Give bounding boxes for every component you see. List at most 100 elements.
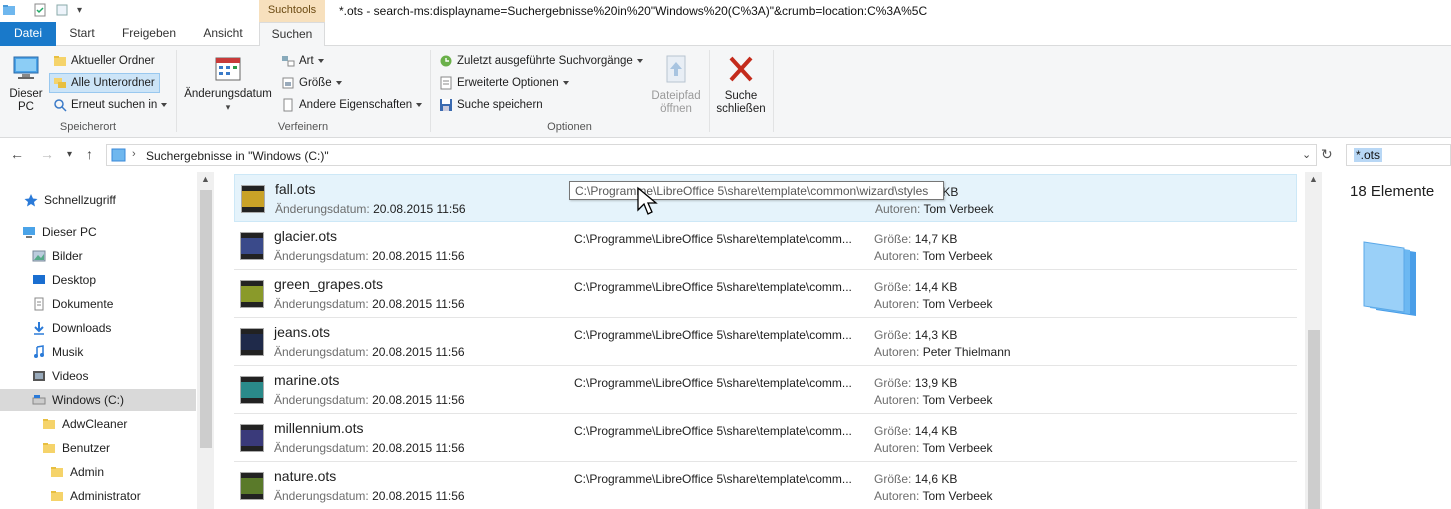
- ribbon: Dieser PC Aktueller Ordner Alle Unterord…: [0, 46, 1451, 138]
- file-row[interactable]: green_grapes.ots Änderungsdatum: 20.08.20…: [234, 270, 1297, 318]
- suche-speichern-button[interactable]: Suche speichern: [439, 96, 543, 114]
- properties-icon[interactable]: [33, 3, 47, 17]
- file-author: Autoren: Tom Verbeek: [874, 297, 993, 311]
- size-value: 14,4 KB: [914, 424, 958, 438]
- breadcrumb[interactable]: Suchergebnisse in "Windows (C:)": [146, 149, 329, 163]
- ribbon-tabs: Datei Start Freigeben Ansicht Suchen: [0, 22, 1451, 47]
- nav-item-windows-c[interactable]: Windows (C:): [0, 389, 196, 411]
- dieser-pc-button[interactable]: Dieser PC: [6, 54, 46, 114]
- nav-item-bilder[interactable]: Bilder: [0, 245, 196, 267]
- tab-suchen[interactable]: Suchen: [259, 22, 325, 47]
- recent-locations-icon[interactable]: ▾: [67, 149, 72, 160]
- search-results-large-icon: [1363, 241, 1416, 316]
- tab-start[interactable]: Start: [56, 22, 108, 46]
- nav-item-downloads[interactable]: Downloads: [0, 317, 196, 339]
- breadcrumb-chevron-icon[interactable]: ›: [132, 148, 136, 160]
- nav-item-adwcleaner[interactable]: AdwCleaner: [0, 413, 196, 435]
- file-date: Änderungsdatum: 20.08.2015 11:56: [275, 202, 466, 216]
- downloads-icon: [34, 322, 44, 335]
- alle-unterordner-button[interactable]: Alle Unterordner: [49, 73, 160, 93]
- file-date: Änderungsdatum: 20.08.2015 11:56: [274, 441, 465, 455]
- file-row[interactable]: marine.ots Änderungsdatum: 20.08.2015 11:…: [234, 366, 1297, 414]
- nav-item-label: Dieser PC: [42, 225, 97, 239]
- tab-freigeben[interactable]: Freigeben: [110, 22, 188, 46]
- file-name: marine.ots: [274, 372, 340, 388]
- suche-schliessen-button[interactable]: Suche schließen: [714, 54, 768, 116]
- size-value: 14,4 KB: [914, 280, 958, 294]
- nav-item-benutzer[interactable]: Benutzer: [0, 437, 196, 459]
- author-value: Peter Thielmann: [922, 345, 1011, 359]
- search-input[interactable]: *.ots: [1346, 144, 1451, 166]
- erneut-suchen-button[interactable]: Erneut suchen in: [51, 96, 169, 114]
- size-label: Größe:: [874, 472, 912, 486]
- refresh-icon[interactable]: ↻: [1321, 146, 1333, 163]
- nav-item-desktop[interactable]: Desktop: [0, 269, 196, 291]
- aktueller-ordner-button[interactable]: Aktueller Ordner: [51, 52, 157, 70]
- videos-icon: [33, 371, 45, 381]
- file-thumbnail-icon: [240, 472, 264, 500]
- address-bar[interactable]: › Suchergebnisse in "Windows (C:)" ⌄: [106, 144, 1317, 166]
- size-value: 14,7 KB: [914, 232, 958, 246]
- art-button[interactable]: Art: [281, 52, 324, 70]
- author-value: Tom Verbeek: [922, 489, 993, 503]
- back-arrow-icon[interactable]: ←: [10, 146, 24, 162]
- author-value: Tom Verbeek: [923, 202, 994, 216]
- nav-item-admin[interactable]: Admin: [0, 461, 196, 483]
- zuletzt-ausgefuehrte-button[interactable]: Zuletzt ausgeführte Suchvorgänge: [439, 52, 643, 70]
- dateipfad-oeffnen-button[interactable]: Dateipfad öffnen: [647, 54, 705, 116]
- nav-item-label: Dokumente: [52, 297, 114, 311]
- nav-item-musik[interactable]: Musik: [0, 341, 196, 363]
- file-thumbnail-icon: [240, 328, 264, 356]
- andere-eigenschaften-button[interactable]: Andere Eigenschaften: [281, 96, 423, 114]
- up-arrow-icon[interactable]: ↑: [86, 146, 93, 162]
- file-path: C:\Programme\LibreOffice 5\share\templat…: [574, 376, 852, 390]
- qat-customize-icon[interactable]: ▾: [77, 5, 82, 16]
- nav-item-label: Admin: [70, 465, 105, 479]
- file-list-scrollbar-thumb[interactable]: [1308, 330, 1320, 509]
- nav-item-videos[interactable]: Videos: [0, 365, 196, 387]
- recent-searches-icon: [440, 55, 452, 67]
- file-path: C:\Programme\LibreOffice 5\share\templat…: [574, 472, 852, 486]
- file-size: Größe: 14,3 KB: [874, 328, 957, 342]
- file-row[interactable]: millennium.ots Änderungsdatum: 20.08.2015…: [234, 414, 1297, 462]
- tab-ansicht[interactable]: Ansicht: [190, 22, 256, 46]
- new-folder-icon[interactable]: [55, 3, 69, 17]
- file-path: C:\Programme\LibreOffice 5\share\templat…: [574, 232, 852, 246]
- nav-item-schnellzugriff[interactable]: Schnellzugriff: [0, 189, 196, 211]
- nav-scrollbar-thumb[interactable]: [200, 190, 212, 448]
- nav-item-label: Musik: [52, 345, 84, 359]
- date-value: 20.08.2015 11:56: [372, 441, 465, 455]
- file-name: nature.ots: [274, 468, 337, 484]
- file-row[interactable]: jeans.ots Änderungsdatum: 20.08.2015 11:5…: [234, 318, 1297, 366]
- dieser-pc-label: Dieser PC: [9, 88, 43, 113]
- address-dropdown-icon[interactable]: ⌄: [1302, 148, 1311, 161]
- nav-item-dieser-pc[interactable]: Dieser PC: [0, 221, 196, 243]
- desktop-icon: [33, 275, 45, 284]
- nav-item-administrator[interactable]: Administrator: [0, 485, 196, 507]
- date-label: Änderungsdatum:: [274, 489, 369, 503]
- group-separator: [709, 50, 710, 132]
- file-row[interactable]: glacier.ots Änderungsdatum: 20.08.2015 11…: [234, 222, 1297, 270]
- size-label: Größe:: [874, 328, 912, 342]
- group-label-optionen: Optionen: [547, 121, 592, 133]
- tab-datei[interactable]: Datei: [0, 22, 56, 46]
- forward-arrow-icon[interactable]: →: [40, 146, 54, 162]
- dropdown-caret-icon: [335, 81, 342, 85]
- erweiterte-optionen-button[interactable]: Erweiterte Optionen: [439, 74, 569, 92]
- folder-app-icon: [3, 5, 15, 15]
- nav-item-dokumente[interactable]: Dokumente: [0, 293, 196, 315]
- close-icon: [729, 56, 753, 82]
- author-label: Autoren:: [875, 202, 921, 216]
- scroll-up-icon[interactable]: ▲: [201, 174, 210, 184]
- file-row[interactable]: nature.ots Änderungsdatum: 20.08.2015 11:…: [234, 462, 1297, 509]
- folder-icon: [51, 467, 63, 477]
- date-value: 20.08.2015 11:56: [372, 297, 465, 311]
- search-input-value[interactable]: *.ots: [1354, 148, 1383, 162]
- save-icon: [440, 99, 452, 111]
- nav-item-label: Downloads: [52, 321, 112, 335]
- file-author: Autoren: Tom Verbeek: [875, 202, 994, 216]
- size-value: 14,6 KB: [914, 472, 958, 486]
- scroll-up-icon[interactable]: ▲: [1309, 174, 1318, 184]
- groesse-button[interactable]: Größe: [281, 74, 342, 92]
- aenderungsdatum-button[interactable]: Änderungsdatum ▾: [181, 54, 275, 114]
